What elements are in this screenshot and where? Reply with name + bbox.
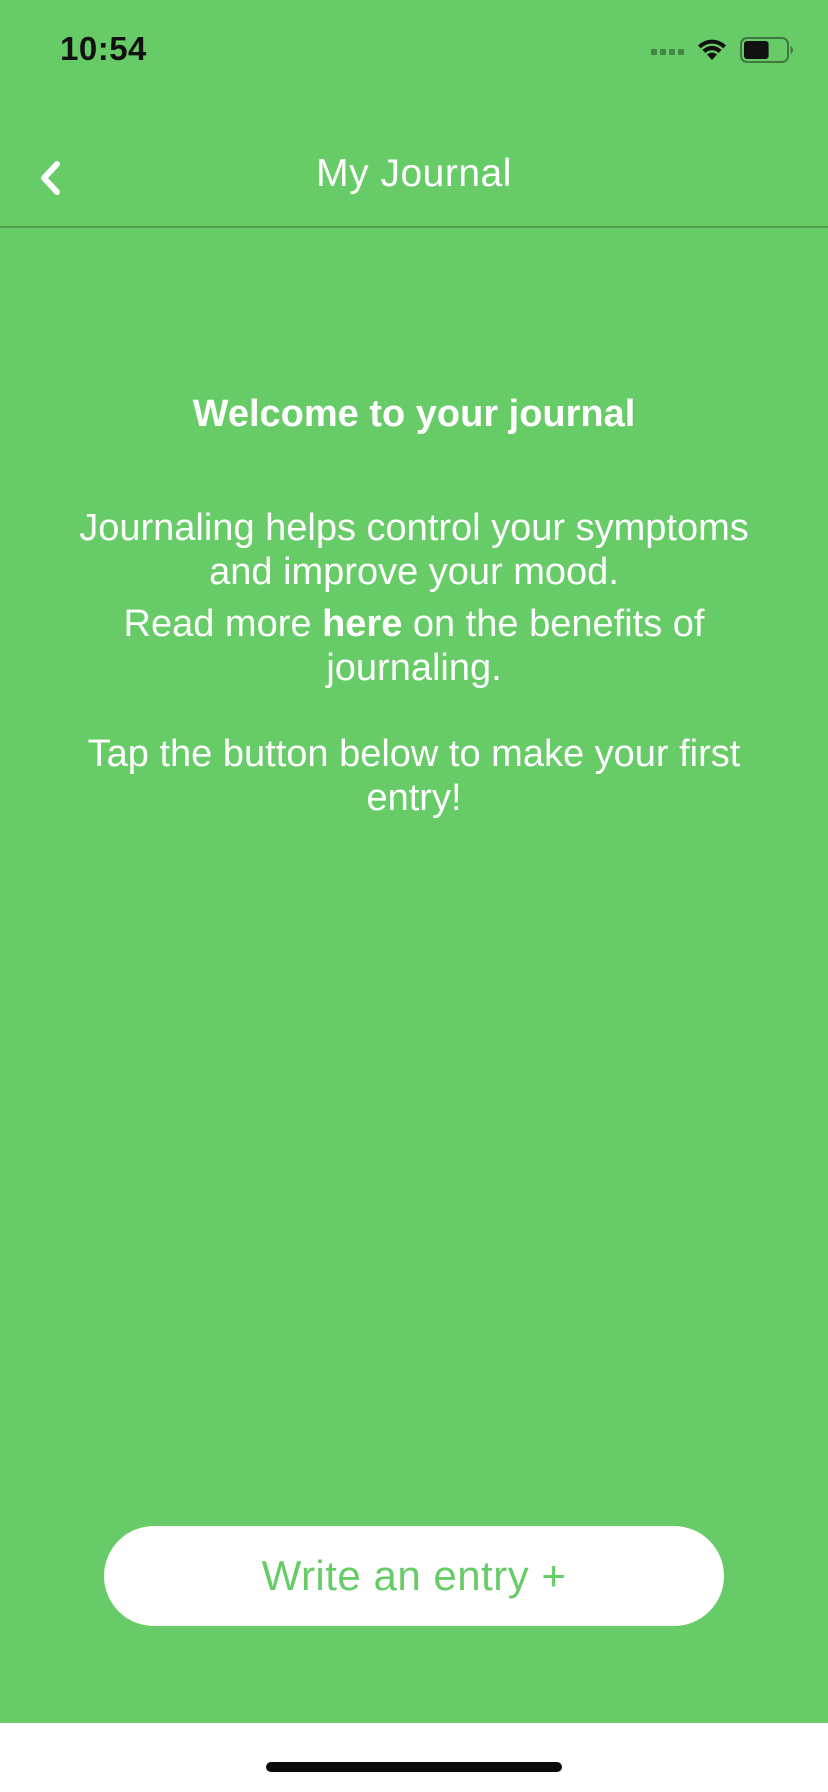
journal-screen: 10:54 My Journal Welcome to your journal… [0, 0, 828, 1723]
welcome-content: Welcome to your journal Journaling helps… [50, 392, 778, 820]
intro-paragraph: Journaling helps control your symptoms a… [79, 506, 749, 593]
home-indicator [266, 1762, 562, 1772]
battery-icon [740, 37, 794, 63]
read-more-prefix: Read more [123, 602, 323, 645]
nav-bar: My Journal [0, 120, 828, 228]
welcome-title: Welcome to your journal [192, 393, 636, 435]
instruction-paragraph: Tap the button below to make your first … [87, 732, 741, 819]
status-time: 10:54 [60, 30, 147, 67]
read-more-paragraph: Read more here on the benefits of journa… [50, 602, 778, 690]
wifi-icon [696, 38, 728, 62]
page-title: My Journal [316, 152, 512, 195]
status-bar: 10:54 [0, 0, 828, 100]
status-icons [651, 34, 794, 66]
read-more-link[interactable]: here [322, 603, 402, 645]
write-entry-button[interactable]: Write an entry + [104, 1526, 724, 1626]
signal-icon [651, 45, 684, 55]
